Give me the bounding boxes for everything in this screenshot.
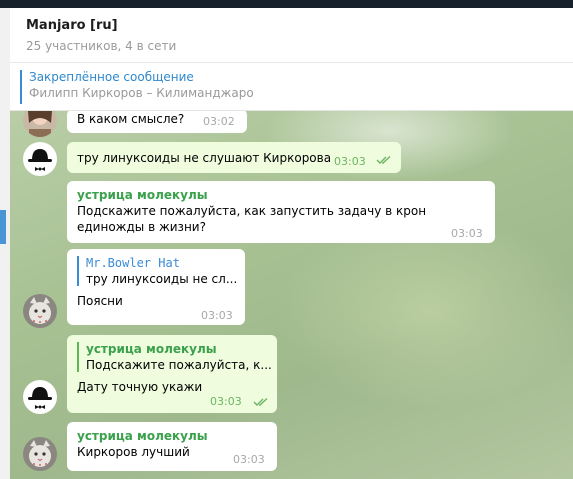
user-avatar-cat[interactable] xyxy=(23,294,57,328)
chat-title[interactable]: Manjaro [ru] xyxy=(26,18,118,33)
window-top-bar xyxy=(0,0,573,8)
reply-text: тру линуксоиды не сл... xyxy=(86,272,238,286)
message-bubble[interactable]: устрица молекулы Подскажите пожалуйста, … xyxy=(67,181,495,243)
pinned-message-bar[interactable]: Закреплённое сообщение Филипп Киркоров –… xyxy=(10,63,573,111)
pinned-message-title: Закреплённое сообщение xyxy=(29,70,194,84)
user-avatar-photo[interactable] xyxy=(23,111,57,137)
chat-header[interactable]: Manjaro [ru] 25 участников, 4 в сети xyxy=(10,8,573,63)
message-history[interactable]: В каком смысле? 03:02 тру линуксоиды не … xyxy=(10,111,573,479)
message-time: 03:03 xyxy=(201,309,233,322)
pinned-message-text: Филипп Киркоров – Килиманджаро xyxy=(29,86,254,100)
reply-author: устрица молекулы xyxy=(86,342,217,356)
bowler-hat-avatar[interactable] xyxy=(23,380,57,414)
pinned-accent-line xyxy=(20,70,22,104)
double-check-icon xyxy=(253,397,268,406)
reply-quote[interactable]: Mr.Bowler Hat тру линуксоиды не сл... xyxy=(77,255,238,287)
message-bubble[interactable]: Mr.Bowler Hat тру линуксоиды не сл... По… xyxy=(67,249,245,325)
reply-author: Mr.Bowler Hat xyxy=(86,256,180,270)
message-time: 03:03 xyxy=(233,453,265,466)
message-text: Дату точную укажи xyxy=(77,380,203,394)
message-time: 03:03 xyxy=(451,227,483,240)
selected-dialog-indicator xyxy=(0,210,6,244)
chat-members-status: 25 участников, 4 в сети xyxy=(26,39,177,53)
message-time: 03:02 xyxy=(203,115,235,128)
user-avatar-cat[interactable] xyxy=(23,437,57,471)
reply-text: Подскажите пожалуйста, к... xyxy=(86,358,272,372)
sender-name[interactable]: устрица молекулы xyxy=(77,187,485,203)
double-check-icon xyxy=(376,155,391,164)
message-text: Подскажите пожалуйста, как запустить зад… xyxy=(77,204,427,234)
message-bubble[interactable]: В каком смысле? 03:02 xyxy=(67,111,247,133)
message-time: 03:03 xyxy=(210,395,242,408)
message-time: 03:03 xyxy=(334,155,366,168)
sender-name[interactable]: устрица молекулы xyxy=(77,428,267,444)
message-bubble-outgoing[interactable]: устрица молекулы Подскажите пожалуйста, … xyxy=(67,335,277,413)
message-text: Поясни xyxy=(77,294,123,308)
message-bubble[interactable]: устрица молекулы Киркоров лучший 03:03 xyxy=(67,422,277,471)
message-bubble-outgoing[interactable]: тру линуксоиды не слушают Киркорова 03:0… xyxy=(67,142,401,173)
bowler-hat-avatar[interactable] xyxy=(23,142,57,176)
reply-quote[interactable]: устрица молекулы Подскажите пожалуйста, … xyxy=(77,341,272,373)
